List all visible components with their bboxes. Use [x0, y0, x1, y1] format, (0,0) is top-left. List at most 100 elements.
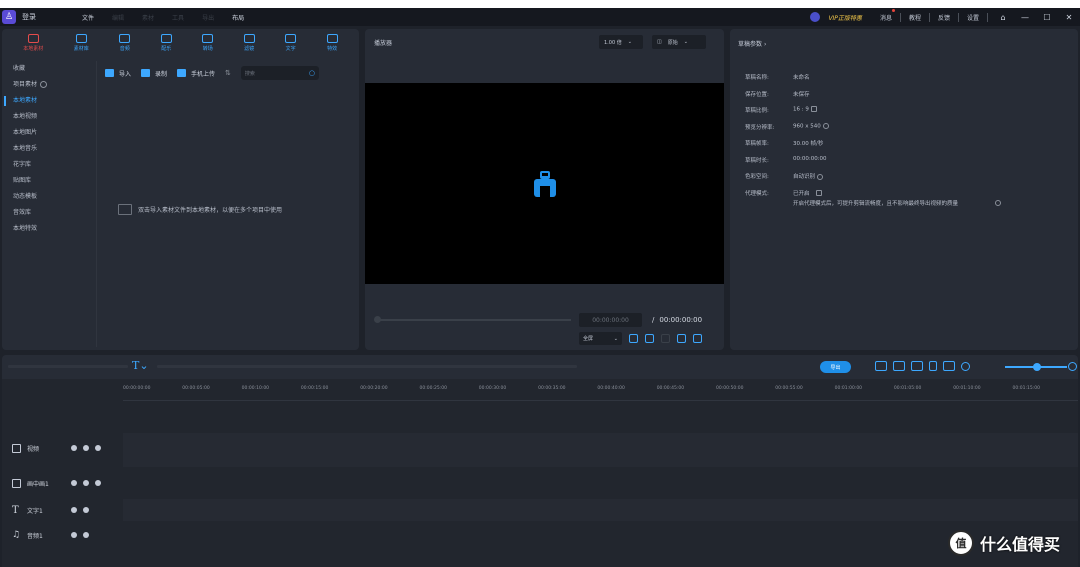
tab-local-media[interactable]: 本地素材 [23, 34, 43, 52]
help-icon[interactable] [995, 200, 1001, 206]
track-name: 文字1 [27, 507, 43, 515]
volume-icon[interactable] [677, 334, 686, 343]
mute-icon[interactable] [95, 480, 101, 486]
split-view-icon[interactable] [893, 361, 905, 371]
category-motion-templates[interactable]: 动态模板 [4, 189, 94, 205]
marker-icon[interactable] [929, 361, 937, 371]
app-logo-icon: ♙ [2, 10, 16, 24]
search-input[interactable]: 搜索 ○ [240, 66, 319, 80]
category-stickers[interactable]: 贴图库 [4, 173, 94, 189]
tab-music[interactable]: 配乐 [160, 34, 172, 52]
text-tool-icon[interactable]: T⌄ [132, 359, 149, 372]
info-icon[interactable] [817, 173, 824, 180]
mute-icon[interactable] [95, 445, 101, 451]
home-icon[interactable]: ⌂ [996, 13, 1010, 22]
zoom-out-icon[interactable] [961, 361, 970, 371]
category-local-video[interactable]: 本地视频 [4, 109, 94, 125]
category-local-media[interactable]: 本地素材 [4, 93, 94, 109]
edit-icon[interactable] [810, 106, 817, 112]
message-button[interactable]: 消息 [880, 8, 895, 22]
current-time-field[interactable]: 00:00:00:00 [579, 313, 642, 327]
prop-key: 色彩空间: [745, 174, 769, 180]
ruler-tick-label: 00:01:15:00 [1012, 386, 1040, 391]
lock-icon[interactable] [71, 480, 77, 486]
minimize-icon[interactable]: — [1018, 13, 1032, 22]
export-button[interactable]: 导出 [820, 361, 851, 373]
category-sound-effects[interactable]: 音效库 [4, 205, 94, 221]
preview-screen[interactable] [365, 83, 724, 284]
player-controls: 00:00:00:00 / 00:00:00:00 全屏 ⌄ [365, 309, 724, 349]
category-favorites[interactable]: 收藏 [4, 61, 94, 77]
eye-icon[interactable] [83, 445, 89, 451]
playback-progress-handle[interactable] [374, 316, 381, 323]
quality-select[interactable]: ◫ 原始 ⌄ [652, 35, 706, 49]
category-local-image[interactable]: 本地图片 [4, 125, 94, 141]
vip-promo-link[interactable]: VIP正版特惠 [828, 13, 862, 22]
search-icon[interactable]: ○ [309, 69, 315, 77]
import-button[interactable]: 导入 [105, 69, 131, 78]
login-link[interactable]: 登录 [22, 12, 36, 22]
tutorial-button[interactable]: 教程 [909, 13, 921, 22]
tab-audio[interactable]: 音频 [119, 34, 131, 52]
ratio-select[interactable]: 全屏 ⌄ [579, 332, 622, 345]
play-icon[interactable] [661, 334, 670, 343]
category-fancy-text[interactable]: 花字库 [4, 157, 94, 173]
zoom-slider-handle[interactable] [1033, 363, 1041, 371]
ruler-tick-label: 00:00:15:00 [300, 386, 329, 391]
feedback-button[interactable]: 反馈 [938, 13, 950, 22]
sort-icon[interactable]: ⇅ [225, 69, 231, 77]
lock-icon[interactable] [71, 445, 77, 451]
category-project-media[interactable]: 项目素材 [4, 77, 94, 93]
help-icon[interactable] [40, 81, 48, 88]
fullscreen-icon[interactable] [693, 334, 702, 343]
tab-material-library[interactable]: 素材库 [74, 34, 89, 52]
record-button[interactable]: 录制 [141, 69, 167, 78]
menu-layout[interactable]: 布局 [232, 13, 244, 22]
audio-lane[interactable] [123, 521, 1078, 547]
mute-icon[interactable] [83, 532, 89, 538]
chevron-right-icon[interactable]: › [764, 41, 766, 48]
time-ruler[interactable]: 00:00:00:00 00:00:05:00 00:00:10:00 00:00:1… [123, 379, 1078, 401]
phone-upload-button[interactable]: 手机上传 [177, 69, 215, 78]
category-local-music[interactable]: 本地音乐 [4, 141, 94, 157]
prop-key: 预览分辨率: [745, 124, 775, 131]
playback-progress-track[interactable] [376, 319, 571, 321]
prop-row: 草稿名称: 未命名 [745, 73, 1065, 90]
info-icon[interactable] [822, 122, 829, 129]
resolution-text: 960 x 540 [793, 123, 821, 129]
snap-icon[interactable] [875, 361, 887, 371]
phone-icon [177, 69, 187, 77]
lock-icon[interactable] [71, 532, 77, 538]
category-local-effects[interactable]: 本地特效 [4, 221, 94, 237]
eye-icon[interactable] [83, 480, 89, 486]
maximize-icon[interactable]: ☐ [1040, 13, 1054, 22]
text-lane[interactable] [123, 499, 1078, 521]
checkbox-icon[interactable] [815, 190, 822, 196]
color-space-text: 自动识别 [793, 174, 816, 180]
zoom-in-icon[interactable] [1068, 362, 1077, 371]
tab-text[interactable]: 文字 [285, 34, 297, 52]
grid-icon[interactable] [911, 361, 923, 371]
pip-lane[interactable] [123, 467, 1078, 499]
menu-edit[interactable]: 编辑 [112, 13, 124, 22]
menu-file[interactable]: 文件 [82, 13, 94, 22]
tab-effects[interactable]: 特效 [326, 34, 338, 52]
zoom-select[interactable]: 1.00 倍 ⌄ [599, 35, 643, 49]
settings-button[interactable]: 设置 [967, 13, 979, 22]
close-icon[interactable]: ✕ [1062, 13, 1076, 22]
track-header-video: 视频 [2, 439, 123, 457]
menu-tools[interactable]: 工具 [172, 13, 184, 22]
ruler-tick-label: 00:00:45:00 [656, 386, 685, 391]
fit-icon[interactable] [943, 361, 955, 371]
menu-material[interactable]: 素材 [142, 13, 154, 22]
video-lane[interactable] [123, 433, 1078, 467]
prop-value[interactable]: 未命名 [793, 73, 1065, 81]
loop-icon[interactable] [645, 334, 654, 343]
snapshot-icon[interactable] [629, 334, 638, 343]
ruler-tick-label: 00:00:30:00 [478, 386, 507, 391]
lock-icon[interactable] [71, 507, 77, 513]
eye-icon[interactable] [83, 507, 89, 513]
tab-filter[interactable]: 滤镜 [243, 34, 255, 52]
menu-export[interactable]: 导出 [202, 13, 214, 22]
tab-transition[interactable]: 转场 [202, 34, 214, 52]
